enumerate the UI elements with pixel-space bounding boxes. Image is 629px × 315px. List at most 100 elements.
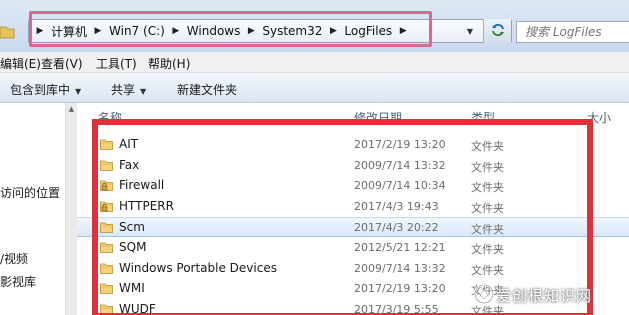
file-date: 2009/7/14 13:32 (354, 159, 446, 172)
file-name: Scm (119, 220, 145, 234)
navigation-pane: 访问的位置 /视频 影视库 (0, 103, 65, 315)
breadcrumb-separator[interactable]: ▶ (326, 20, 340, 42)
file-type: 文件夹 (471, 243, 504, 256)
file-list: 名称 修改日期 类型 大小 AIT 2017/2/19 13:20 文件夹 Fax 20… (77, 103, 629, 315)
scroll-up-arrow-icon[interactable]: ▲ (66, 105, 77, 115)
file-type: 文件夹 (471, 264, 504, 277)
breadcrumb-separator[interactable]: ▶ (396, 20, 410, 42)
folder-icon (100, 304, 113, 315)
nav-item-label: 访问的位置 (0, 186, 61, 200)
breadcrumb-separator[interactable]: ▶ (244, 20, 258, 42)
file-date: 2017/4/3 20:22 (354, 221, 439, 234)
file-row[interactable]: Windows Portable Devices 2009/7/14 13:32 文… (77, 259, 629, 279)
breadcrumb-separator[interactable]: ▶ (91, 20, 105, 42)
file-date: 2012/5/21 12:21 (354, 241, 446, 254)
nav-item-label: /视频 (0, 252, 29, 266)
folder-icon (100, 139, 113, 150)
search-box[interactable] (516, 21, 629, 43)
file-name: SQM (119, 240, 147, 254)
file-name: AIT (119, 137, 139, 151)
menu-help[interactable]: 帮助(H) (148, 55, 190, 72)
file-date: 2017/2/19 13:20 (354, 282, 446, 295)
breadcrumb-item-windows[interactable]: Windows (183, 20, 245, 42)
locked-folder-icon (100, 180, 113, 191)
file-name: WMI (119, 281, 145, 295)
share-label: 共享 (111, 83, 136, 97)
nav-item-label: 影视库 (0, 275, 37, 289)
breadcrumb-item-computer[interactable]: 计算机 (47, 20, 91, 42)
breadcrumb-item-logfiles[interactable]: LogFiles (340, 20, 396, 42)
file-type: 文件夹 (471, 202, 504, 215)
chevron-right-icon: ▶ (399, 26, 407, 36)
file-date: 2017/3/19 5:55 (354, 303, 439, 315)
column-headers: 名称 修改日期 类型 大小 (77, 107, 629, 127)
chevron-right-icon: ▶ (329, 26, 337, 36)
address-bar[interactable]: ▶ 计算机 ▶ Win7 (C:) ▶ Windows ▶ System32 ▶… (28, 19, 512, 43)
breadcrumb-separator[interactable]: ▶ (169, 20, 183, 42)
folder-icon (100, 263, 113, 274)
breadcrumb-label: Windows (186, 24, 241, 38)
file-name: Windows Portable Devices (119, 261, 277, 275)
nav-item-videos[interactable]: /视频 (0, 250, 28, 267)
folder-icon (0, 21, 18, 41)
watermark-text: 爱创根知识网 (496, 287, 593, 305)
menu-edit[interactable]: 编辑(E) (0, 55, 41, 72)
folder-icon (100, 283, 113, 294)
file-row[interactable]: SQM 2012/5/21 12:21 文件夹 (77, 238, 629, 258)
file-name: Firewall (119, 178, 165, 192)
breadcrumb-separator[interactable]: ▶ (33, 20, 47, 42)
breadcrumb: ▶ 计算机 ▶ Win7 (C:) ▶ Windows ▶ System32 ▶… (29, 20, 410, 42)
menu-view[interactable]: 查看(V) (41, 55, 83, 72)
menu-tools[interactable]: 工具(T) (96, 55, 137, 72)
chevron-right-icon: ▶ (94, 26, 102, 36)
breadcrumb-label: LogFiles (344, 24, 393, 38)
address-history-dropdown[interactable]: ▼ (463, 20, 477, 42)
file-type: 文件夹 (471, 223, 504, 236)
nav-item-recent-places[interactable]: 访问的位置 (0, 184, 60, 201)
chevron-down-icon: ▼ (466, 26, 474, 36)
include-in-library-button[interactable]: 包含到库中 ▼ (10, 81, 81, 98)
include-in-library-label: 包含到库中 (10, 83, 71, 97)
column-header-size[interactable]: 大小 (587, 109, 611, 126)
watermark-logo-icon (474, 284, 494, 304)
file-name: Fax (119, 158, 140, 172)
file-row[interactable]: Fax 2009/7/14 13:32 文件夹 (77, 156, 629, 176)
menu-bar: 编辑(E) 查看(V) 工具(T) 帮助(H) (0, 52, 629, 73)
column-header-type[interactable]: 类型 (471, 109, 495, 126)
share-button[interactable]: 共享 ▼ (111, 81, 146, 98)
chevron-right-icon: ▶ (247, 26, 255, 36)
folder-icon (100, 222, 113, 233)
file-row[interactable]: Scm 2017/4/3 20:22 文件夹 (77, 217, 629, 237)
file-type: 文件夹 (471, 181, 504, 194)
breadcrumb-label: System32 (262, 24, 323, 38)
chevron-down-icon: ▼ (75, 87, 82, 96)
column-header-date[interactable]: 修改日期 (354, 109, 402, 126)
new-folder-label: 新建文件夹 (177, 83, 238, 97)
breadcrumb-item-system32[interactable]: System32 (258, 20, 326, 42)
refresh-icon (490, 22, 506, 41)
file-date: 2009/7/14 10:34 (354, 179, 446, 192)
nav-scrollbar[interactable]: ▲ (65, 103, 77, 315)
locked-folder-icon (100, 201, 113, 212)
file-name: WUDF (119, 302, 156, 315)
command-bar: 包含到库中 ▼ 共享 ▼ 新建文件夹 (0, 73, 629, 103)
file-row[interactable]: Firewall 2009/7/14 10:34 文件夹 (77, 176, 629, 196)
chevron-down-icon: ▼ (140, 87, 147, 96)
folder-icon (100, 160, 113, 171)
file-date: 2009/7/14 13:32 (354, 262, 446, 275)
folder-icon (100, 242, 113, 253)
file-row[interactable]: HTTPERR 2017/4/3 19:43 文件夹 (77, 197, 629, 217)
breadcrumb-item-drive[interactable]: Win7 (C:) (105, 20, 169, 42)
address-toolbar: ▶ 计算机 ▶ Win7 (C:) ▶ Windows ▶ System32 ▶… (0, 0, 629, 52)
file-date: 2017/2/19 13:20 (354, 138, 446, 151)
chevron-right-icon: ▶ (172, 26, 180, 36)
chevron-right-icon: ▶ (36, 26, 44, 36)
column-header-name[interactable]: 名称 (98, 109, 122, 126)
file-row[interactable]: AIT 2017/2/19 13:20 文件夹 (77, 135, 629, 155)
refresh-button[interactable] (483, 19, 511, 43)
file-type: 文件夹 (471, 161, 504, 174)
nav-item-video-library[interactable]: 影视库 (0, 273, 36, 290)
file-type: 文件夹 (471, 140, 504, 153)
search-input[interactable] (525, 25, 629, 39)
new-folder-button[interactable]: 新建文件夹 (177, 81, 237, 98)
